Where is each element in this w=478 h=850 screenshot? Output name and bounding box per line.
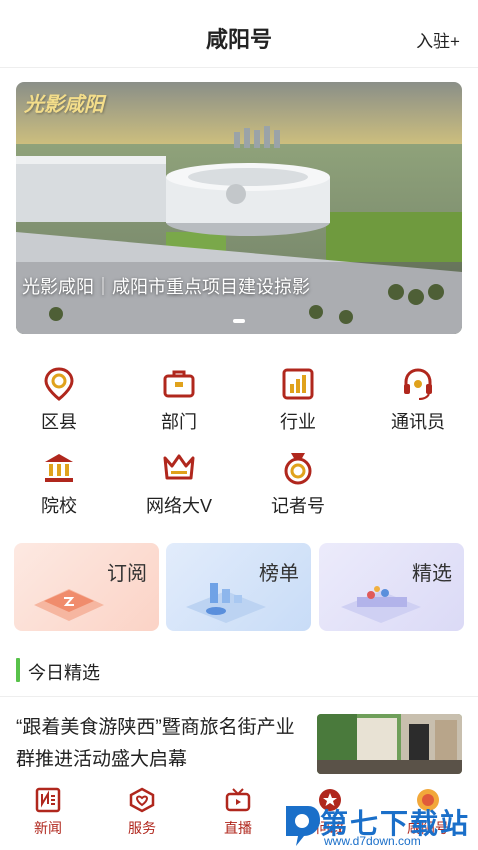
grid-item-department[interactable]: 部门 xyxy=(129,366,229,434)
tab-news[interactable]: 新闻 xyxy=(8,786,88,838)
tab-label: 服务 xyxy=(128,820,156,836)
card-featured[interactable]: 精选 xyxy=(319,543,464,631)
grid-item-influencer[interactable]: 网络大V xyxy=(129,450,229,518)
crown-icon xyxy=(163,454,195,480)
card-label: 订阅 xyxy=(107,563,147,585)
banner-logo: 光影咸阳 xyxy=(24,92,104,116)
section-title: 今日精选 xyxy=(28,663,100,683)
top-header: 咸阳号 入驻+ xyxy=(0,0,478,68)
card-ranking[interactable]: 榜单 xyxy=(166,543,311,631)
grid-item-label: 部门 xyxy=(161,412,197,432)
page-title: 咸阳号 xyxy=(205,27,272,52)
news-icon xyxy=(35,787,61,813)
grid-item-label: 通讯员 xyxy=(391,412,445,432)
tab-service[interactable]: 服务 xyxy=(102,786,182,838)
grid-item-label: 区县 xyxy=(41,412,77,432)
grid-item-label: 院校 xyxy=(41,496,77,516)
news-image xyxy=(317,714,462,774)
watermark-url: www.d7down.com xyxy=(324,834,421,848)
bar-chart-icon xyxy=(282,368,314,400)
card-label: 精选 xyxy=(412,563,452,585)
tab-label: 直播 xyxy=(224,820,252,836)
location-pin-icon xyxy=(44,367,74,401)
service-icon xyxy=(129,787,155,813)
carousel-dot-active xyxy=(233,319,245,323)
join-button[interactable]: 入驻+ xyxy=(416,27,460,52)
news-thumbnail xyxy=(317,714,462,774)
tab-live[interactable]: 直播 xyxy=(198,786,278,838)
grid-item-district[interactable]: 区县 xyxy=(9,366,109,434)
card-label: 榜单 xyxy=(259,563,299,585)
tv-icon xyxy=(225,788,251,812)
watermark-logo-icon xyxy=(286,806,320,846)
news-headline: “跟着美食游陕西”暨商旅名街产业群推进活动盛大启幕 xyxy=(16,717,295,770)
banner-caption: 光影咸阳｜咸阳市重点项目建设掠影 xyxy=(22,277,310,297)
medal-icon xyxy=(284,453,312,485)
section-accent-bar xyxy=(16,658,20,682)
carousel-indicator xyxy=(16,310,462,328)
grid-item-correspondent[interactable]: 通讯员 xyxy=(368,366,468,434)
grid-item-label: 记者号 xyxy=(271,496,325,516)
divider xyxy=(0,696,478,697)
card-subscribe[interactable]: 订阅 xyxy=(14,543,159,631)
headset-icon xyxy=(404,368,432,400)
grid-item-industry[interactable]: 行业 xyxy=(248,366,348,434)
briefcase-icon xyxy=(163,370,195,398)
watermark: 第七下载站 www.d7down.com xyxy=(282,800,478,850)
banner-carousel[interactable]: 光影咸阳 光影咸阳｜咸阳市重点项目建设掠影 xyxy=(16,82,462,334)
institution-icon xyxy=(45,454,73,482)
feature-cards: 订阅 榜单 精选 xyxy=(0,543,478,633)
grid-item-label: 行业 xyxy=(280,412,316,432)
tab-label: 新闻 xyxy=(34,820,62,836)
grid-item-college[interactable]: 院校 xyxy=(9,450,109,518)
news-item[interactable]: “跟着美食游陕西”暨商旅名街产业群推进活动盛大启幕 xyxy=(16,710,462,776)
grid-item-label: 网络大V xyxy=(145,496,212,516)
grid-item-reporter[interactable]: 记者号 xyxy=(248,450,348,518)
